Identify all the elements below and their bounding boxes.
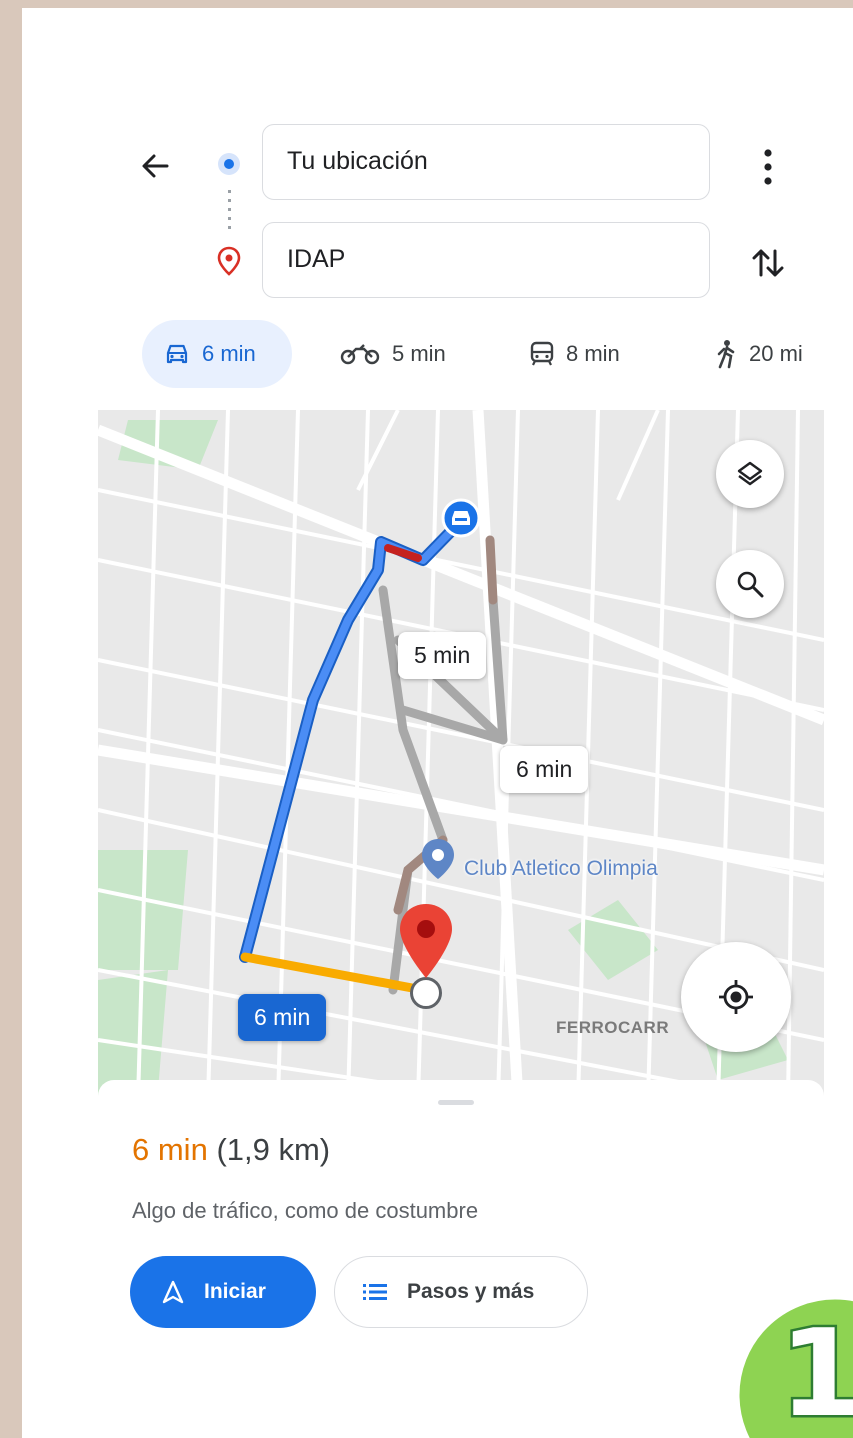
my-location-button[interactable]	[681, 942, 791, 1052]
destination-pin-icon	[217, 246, 241, 276]
start-button-label: Iniciar	[204, 1280, 266, 1303]
start-navigation-button[interactable]: Iniciar	[130, 1256, 316, 1328]
walk-icon	[717, 340, 735, 369]
back-arrow-icon[interactable]	[137, 148, 173, 184]
tab-walk-time: 20 mi	[749, 341, 803, 366]
step-number-badge: 1	[735, 1295, 853, 1438]
eta-distance: (1,9 km)	[216, 1132, 331, 1167]
selected-route-label[interactable]: 6 min	[238, 994, 327, 1041]
alt-route-label-2[interactable]: 6 min	[500, 746, 589, 793]
my-location-icon	[719, 980, 753, 1014]
tab-transit-time: 8 min	[566, 341, 620, 366]
search-icon	[737, 571, 764, 598]
more-options-icon[interactable]	[755, 145, 781, 189]
destination-endpoint-circle	[410, 977, 442, 1009]
origin-dot-icon	[218, 153, 240, 175]
swap-locations-icon[interactable]	[748, 243, 788, 283]
car-icon	[166, 344, 188, 364]
transit-icon	[530, 341, 554, 366]
poi-label[interactable]: Club Atletico Olimpia	[464, 857, 658, 881]
origin-car-marker-icon	[441, 498, 481, 538]
route-dots-connector	[228, 190, 231, 230]
tab-car-time: 6 min	[202, 341, 256, 366]
tab-motorcycle-time: 5 min	[392, 341, 446, 366]
tab-transit[interactable]: 8 min	[530, 320, 620, 388]
steps-button[interactable]: Pasos y más	[334, 1256, 588, 1328]
list-icon	[363, 1284, 387, 1300]
eta-time: 6 min	[132, 1132, 208, 1167]
poi-pin-icon	[422, 839, 454, 879]
tab-car[interactable]: 6 min	[142, 320, 292, 388]
layers-button[interactable]	[716, 440, 784, 508]
sheet-drag-handle[interactable]	[438, 1100, 474, 1105]
tab-walk[interactable]: 20 mi	[715, 320, 803, 388]
alt-route-label-1[interactable]: 5 min	[398, 632, 487, 679]
street-label: FERROCARR	[556, 1018, 670, 1037]
eta-line: 6 min (1,9 km)	[132, 1132, 330, 1168]
layers-icon	[737, 461, 763, 486]
steps-button-label: Pasos y más	[407, 1280, 535, 1303]
destination-red-pin-icon	[400, 904, 452, 978]
navigation-arrow-icon	[162, 1280, 184, 1304]
traffic-status: Algo de tráfico, como de costumbre	[132, 1198, 479, 1223]
search-along-route-button[interactable]	[716, 550, 784, 618]
destination-input[interactable]: IDAP	[262, 222, 710, 298]
map-view[interactable]: Club Atletico Olimpia FERROCARR 5 min 6 …	[98, 410, 824, 1100]
origin-input[interactable]: Tu ubicación	[262, 124, 710, 200]
route-summary-sheet[interactable]: 6 min (1,9 km) Algo de tráfico, como de …	[98, 1080, 824, 1430]
motorcycle-icon	[340, 344, 380, 365]
tab-motorcycle[interactable]: 5 min	[340, 320, 446, 388]
badge-number: 1	[779, 1305, 853, 1438]
